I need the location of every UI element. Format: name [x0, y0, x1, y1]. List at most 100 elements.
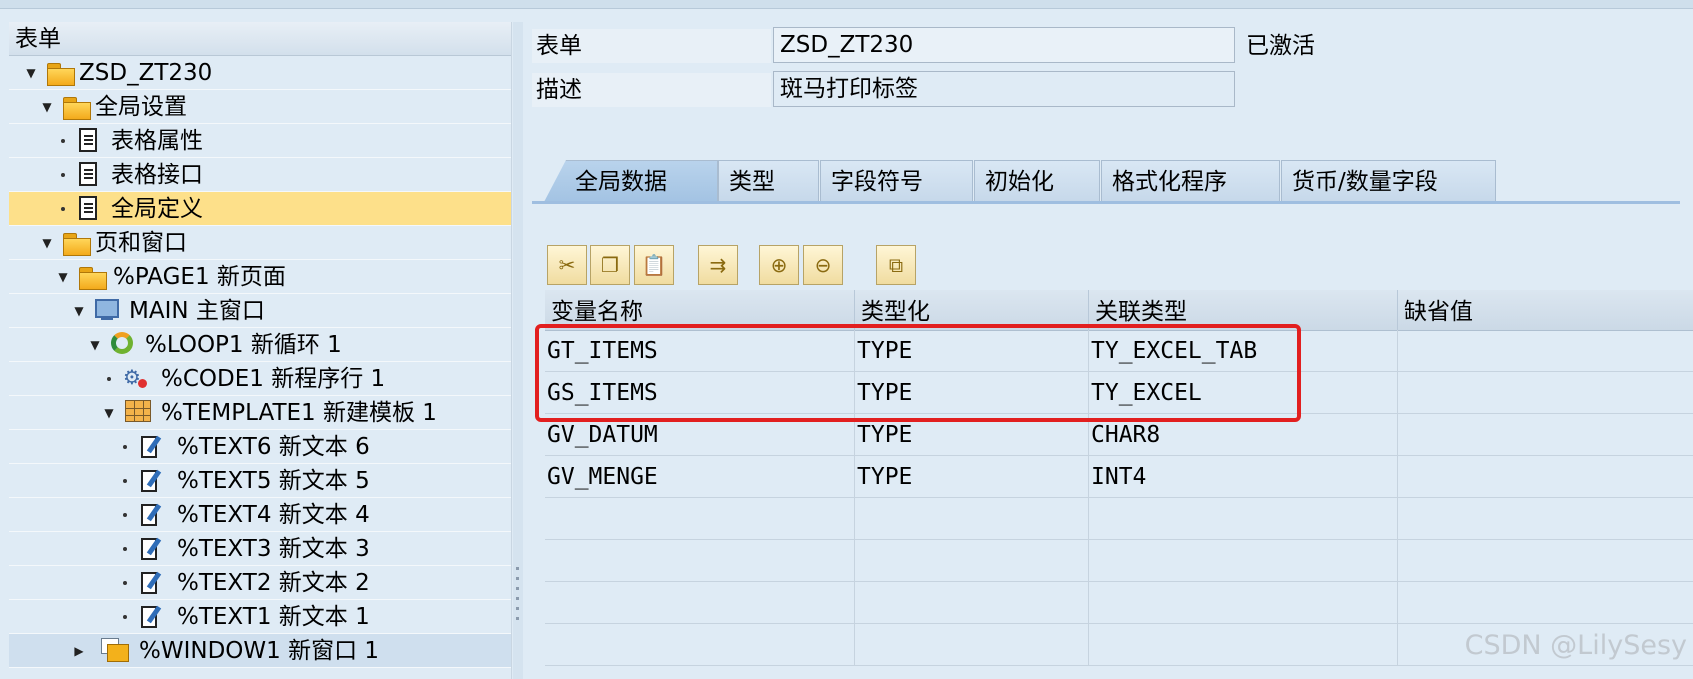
reference-type-cell[interactable] — [1089, 582, 1398, 624]
tab-initialization[interactable]: 初始化 — [974, 160, 1100, 202]
tree-node-text5[interactable]: %TEXT5 新文本 5 — [9, 464, 511, 498]
tree-node-text4[interactable]: %TEXT4 新文本 4 — [9, 498, 511, 532]
expand-down-icon[interactable]: ▼ — [71, 294, 87, 328]
cut-icon[interactable]: ✂ — [547, 245, 587, 285]
window-icon — [101, 638, 129, 664]
default-value-cell[interactable] — [1398, 456, 1693, 498]
typing-cell[interactable]: TYPE — [855, 456, 1089, 498]
typing-cell[interactable] — [855, 540, 1089, 582]
folder-open-icon — [47, 60, 75, 86]
reference-type-cell[interactable] — [1089, 540, 1398, 582]
form-label: 表单 — [536, 33, 582, 59]
node-text: 新文本 3 — [278, 536, 370, 562]
tree-node-page1[interactable]: ▼ %PAGE1 新页面 — [9, 260, 511, 294]
tab-underline — [532, 201, 1680, 204]
tab-global-data[interactable]: 全局数据 — [544, 160, 718, 202]
text-edit-icon — [139, 468, 167, 494]
insert-row-icon[interactable]: ⊕ — [759, 245, 799, 285]
expand-down-icon[interactable]: ▼ — [39, 226, 55, 260]
folder-open-icon — [79, 264, 107, 290]
variable-name-cell[interactable] — [545, 582, 855, 624]
move-icon[interactable]: ⇉ — [698, 245, 738, 285]
form-tree: 表单 ▼ ZSD_ZT230 ▼ 全局设置 表格属性 表格接口 全局定义 ▼ 页… — [9, 22, 512, 679]
copy-icon[interactable]: ❐ — [590, 245, 630, 285]
tree-node-form-interface[interactable]: 表格接口 — [9, 158, 511, 192]
variable-name-cell[interactable] — [545, 540, 855, 582]
top-bar — [0, 0, 1693, 9]
reference-type-cell[interactable] — [1089, 498, 1398, 540]
node-text: 新程序行 1 — [271, 366, 386, 392]
expand-down-icon[interactable]: ▼ — [55, 260, 71, 294]
text-edit-icon — [139, 604, 167, 630]
tab-field-symbols[interactable]: 字段符号 — [820, 160, 973, 202]
reference-type-cell[interactable]: INT4 — [1089, 456, 1398, 498]
tree-node-form[interactable]: ▼ ZSD_ZT230 — [9, 56, 511, 90]
tree-node-main-window[interactable]: ▼ MAIN 主窗口 — [9, 294, 511, 328]
hierarchy-icon[interactable]: ⧉ — [876, 245, 916, 285]
expand-down-icon[interactable]: ▼ — [87, 328, 103, 362]
variable-name-cell[interactable]: GV_MENGE — [545, 456, 855, 498]
typing-cell[interactable] — [855, 498, 1089, 540]
tree-node-global-definitions[interactable]: 全局定义 — [9, 192, 511, 226]
expand-right-icon[interactable]: ▶ — [71, 634, 87, 668]
tree-node-pages-windows[interactable]: ▼ 页和窗口 — [9, 226, 511, 260]
tree-node-loop1[interactable]: ▼ %LOOP1 新循环 1 — [9, 328, 511, 362]
node-text: 新文本 5 — [278, 468, 370, 494]
tree-node-label: 表格接口 — [111, 162, 203, 188]
variable-name-cell[interactable] — [545, 624, 855, 666]
node-text: 新文本 2 — [278, 570, 370, 596]
tree-node-text2[interactable]: %TEXT2 新文本 2 — [9, 566, 511, 600]
default-value-cell[interactable] — [1398, 582, 1693, 624]
node-text: 主窗口 — [195, 298, 265, 324]
tree-node-window1[interactable]: ▶ %WINDOW1 新窗口 1 — [9, 634, 511, 668]
table-row[interactable] — [545, 540, 1693, 582]
tree-node-text1[interactable]: %TEXT1 新文本 1 — [9, 600, 511, 634]
text-edit-icon — [139, 536, 167, 562]
tree-node-form-attributes[interactable]: 表格属性 — [9, 124, 511, 158]
description-field[interactable]: 斑马打印标签 — [773, 71, 1235, 107]
node-id: %TEXT6 — [177, 434, 272, 460]
default-value-cell[interactable] — [1398, 414, 1693, 456]
tab-types[interactable]: 类型 — [718, 160, 819, 202]
node-id: %TEXT2 — [177, 570, 272, 596]
table-row[interactable] — [545, 582, 1693, 624]
default-value-cell[interactable] — [1398, 498, 1693, 540]
typing-cell[interactable] — [855, 582, 1089, 624]
table-row[interactable] — [545, 498, 1693, 540]
default-value-cell[interactable] — [1398, 330, 1693, 372]
default-value-cell[interactable] — [1398, 540, 1693, 582]
activation-status: 已激活 — [1246, 33, 1315, 59]
tree-node-text6[interactable]: %TEXT6 新文本 6 — [9, 430, 511, 464]
node-text: 新页面 — [216, 264, 286, 290]
tree-node-text3[interactable]: %TEXT3 新文本 3 — [9, 532, 511, 566]
form-name-field[interactable]: ZSD_ZT230 — [773, 27, 1235, 63]
node-text: 新文本 4 — [278, 502, 370, 528]
default-value-cell[interactable] — [1398, 372, 1693, 414]
tab-format-routines[interactable]: 格式化程序 — [1101, 160, 1280, 202]
expand-down-icon[interactable]: ▼ — [23, 56, 39, 90]
node-id: %TEXT4 — [177, 502, 272, 528]
node-id: %LOOP1 — [145, 332, 244, 358]
expand-down-icon[interactable]: ▼ — [39, 90, 55, 124]
program-lines-icon: ⚙ — [123, 366, 151, 392]
node-text: 新文本 1 — [278, 604, 370, 630]
tree-node-code1[interactable]: ⚙ %CODE1 新程序行 1 — [9, 362, 511, 396]
paste-icon[interactable]: 📋 — [634, 245, 674, 285]
reference-type-cell[interactable] — [1089, 624, 1398, 666]
col-default-value[interactable]: 缺省值 — [1398, 290, 1693, 330]
tree-node-template1[interactable]: ▼ %TEMPLATE1 新建模板 1 — [9, 396, 511, 430]
panel-splitter[interactable] — [513, 22, 523, 679]
tab-currency-quantity[interactable]: 货币/数量字段 — [1281, 160, 1496, 202]
node-id: %TEXT1 — [177, 604, 272, 630]
expand-down-icon[interactable]: ▼ — [101, 396, 117, 430]
tree-node-global-settings[interactable]: ▼ 全局设置 — [9, 90, 511, 124]
node-text: 新循环 1 — [250, 332, 342, 358]
tree-header: 表单 — [9, 22, 511, 56]
delete-row-icon[interactable]: ⊖ — [803, 245, 843, 285]
typing-cell[interactable] — [855, 624, 1089, 666]
document-icon — [75, 162, 103, 188]
table-row[interactable]: GV_MENGE TYPE INT4 — [545, 456, 1693, 498]
node-text: 新建模板 1 — [322, 400, 437, 426]
tree-node-label: 全局定义 — [111, 196, 203, 222]
variable-name-cell[interactable] — [545, 498, 855, 540]
